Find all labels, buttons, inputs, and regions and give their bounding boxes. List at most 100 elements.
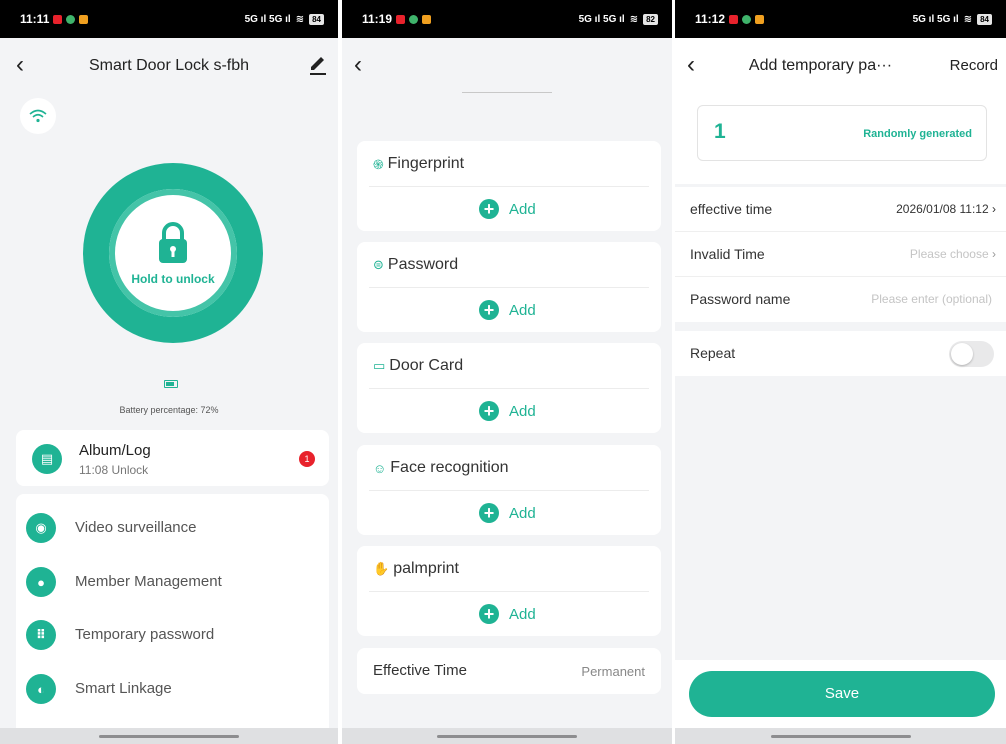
repeat-toggle[interactable]	[949, 341, 994, 367]
effective-time-row[interactable]: effective time 2026/01/08 11:12 ›	[675, 187, 1006, 232]
row-label: Repeat	[690, 345, 736, 361]
chevron-right-icon: ›	[992, 247, 996, 261]
status-time: 11:19	[362, 12, 393, 26]
plus-icon: +	[479, 199, 499, 219]
save-button[interactable]: Save	[689, 671, 995, 717]
add-face-button[interactable]: + Add	[479, 503, 536, 523]
method-label: Password	[387, 256, 459, 273]
hold-to-unlock-button[interactable]: Hold to unlock	[83, 163, 263, 343]
battery-icon: 84	[309, 13, 324, 25]
status-bar: 11:11 5G ıl 5G ıl ≋ 84	[0, 0, 338, 38]
edit-icon[interactable]	[308, 52, 328, 76]
battery-icon: 84	[977, 13, 992, 25]
password-name-input[interactable]: Please enter (optional)	[871, 292, 992, 306]
camera-icon: ◉	[26, 513, 56, 543]
wechat-icon	[66, 14, 76, 24]
face-icon: ☺	[373, 460, 387, 476]
menu-item-temporary-password[interactable]: ⠿ Temporary password	[26, 615, 319, 655]
hold-to-unlock-label: Hold to unlock	[131, 272, 215, 286]
home-indicator	[0, 728, 338, 744]
plus-icon: +	[479, 300, 499, 320]
divider	[462, 92, 552, 93]
wifi-status-icon: ≋	[295, 13, 305, 25]
status-bar: 11:19 5G ıl 5G ıl ≋ 82	[342, 0, 672, 38]
method-card-password: ⊜ Password + Add	[357, 242, 661, 332]
palm-icon: ✋	[373, 561, 390, 576]
effective-time-value: Permanent	[581, 664, 645, 679]
add-door-card-button[interactable]: + Add	[479, 401, 536, 421]
method-label: Face recognition	[390, 459, 509, 476]
app-icon	[755, 14, 765, 24]
password-name-row[interactable]: Password name Please enter (optional)	[675, 277, 1006, 322]
battery-level-icon	[164, 380, 178, 388]
chevron-right-icon: ›	[992, 202, 996, 216]
lock-icon	[159, 222, 187, 263]
menu-item-video-surveillance[interactable]: ◉ Video surveillance	[26, 508, 319, 548]
notification-icon	[729, 14, 739, 24]
add-temporary-password-screen: 11:12 5G ıl 5G ıl ≋ 84 ‹ Add temporary p…	[675, 0, 1006, 744]
unlock-methods-screen: 11:19 5G ıl 5G ıl ≋ 82 ‹ ֍ Fingerprint + A…	[342, 0, 672, 744]
notification-icon	[53, 14, 63, 24]
log-icon: ▤	[32, 444, 62, 474]
keypad-icon: ⠿	[26, 620, 56, 650]
nav-bar: ‹ Smart Door Lock s-fbh	[0, 38, 338, 94]
notification-icon	[396, 14, 406, 24]
save-area: Save	[675, 660, 1006, 728]
record-link[interactable]: Record	[950, 57, 998, 74]
screens-container: 11:11 5G ıl 5G ıl ≋ 84 ‹ Smart Door Lock…	[0, 0, 1006, 744]
add-label: Add	[509, 605, 536, 623]
password-icon: ⊜	[373, 257, 384, 272]
wifi-icon	[20, 98, 56, 134]
back-arrow-icon[interactable]: ‹	[354, 52, 374, 78]
plus-icon: +	[479, 604, 499, 624]
add-label: Add	[509, 402, 536, 420]
back-arrow-icon[interactable]: ‹	[687, 52, 707, 78]
toggle-icon: ◐	[26, 674, 56, 704]
row-label: Invalid Time	[690, 246, 765, 262]
signal-icon: 5G ıl 5G ıl	[578, 13, 625, 25]
device-home-screen: 11:11 5G ıl 5G ıl ≋ 84 ‹ Smart Door Lock…	[0, 0, 338, 744]
battery-percentage: Battery percentage: 72%	[119, 405, 219, 415]
nav-bar: ‹	[342, 38, 672, 94]
menu-label: Temporary password	[75, 626, 215, 643]
effective-time-row[interactable]: Effective Time Permanent	[357, 648, 661, 694]
row-value: Please choose ›	[909, 247, 996, 261]
effective-time-label: Effective Time	[373, 662, 467, 679]
add-password-button[interactable]: + Add	[479, 300, 536, 320]
menu-item-smart-linkage[interactable]: ◐ Smart Linkage	[26, 669, 319, 709]
unread-badge: 1	[299, 451, 315, 467]
menu-item-member-management[interactable]: ● Member Management	[26, 562, 319, 602]
method-label: Door Card	[389, 357, 464, 374]
card-icon: ▭	[373, 358, 386, 373]
repeat-row: Repeat	[675, 331, 1006, 376]
method-card-palmprint: ✋ palmprint + Add	[357, 546, 661, 636]
home-indicator	[342, 728, 672, 744]
row-label: Password name	[690, 291, 791, 307]
album-log-card[interactable]: ▤ Album/Log 11:08 Unlock 1	[16, 430, 329, 486]
row-value: 2026/01/08 11:12 ›	[896, 202, 996, 216]
person-icon: ●	[26, 567, 56, 597]
plus-icon: +	[479, 503, 499, 523]
app-icon	[79, 14, 89, 24]
method-card-fingerprint: ֍ Fingerprint + Add	[357, 141, 661, 231]
home-indicator	[675, 728, 1006, 744]
method-card-door-card: ▭ Door Card + Add	[357, 343, 661, 433]
add-fingerprint-button[interactable]: + Add	[479, 199, 536, 219]
wechat-icon	[409, 14, 419, 24]
battery-icon: 82	[643, 13, 658, 25]
fingerprint-icon: ֍	[373, 157, 384, 172]
password-input[interactable]: 1 Randomly generated	[697, 105, 987, 161]
randomly-generated-button[interactable]: Randomly generated	[863, 128, 972, 140]
wechat-icon	[742, 14, 752, 24]
album-subtitle: 11:08 Unlock	[79, 463, 149, 477]
wifi-status-icon: ≋	[963, 13, 973, 25]
wifi-status-icon: ≋	[629, 13, 639, 25]
add-label: Add	[509, 200, 536, 218]
invalid-time-row[interactable]: Invalid Time Please choose ›	[675, 232, 1006, 277]
page-title: Smart Door Lock s-fbh	[88, 57, 250, 74]
method-label: palmprint	[393, 560, 459, 577]
add-palmprint-button[interactable]: + Add	[479, 604, 536, 624]
row-label: effective time	[690, 201, 773, 217]
status-bar: 11:12 5G ıl 5G ıl ≋ 84	[675, 0, 1006, 38]
add-label: Add	[509, 301, 536, 319]
